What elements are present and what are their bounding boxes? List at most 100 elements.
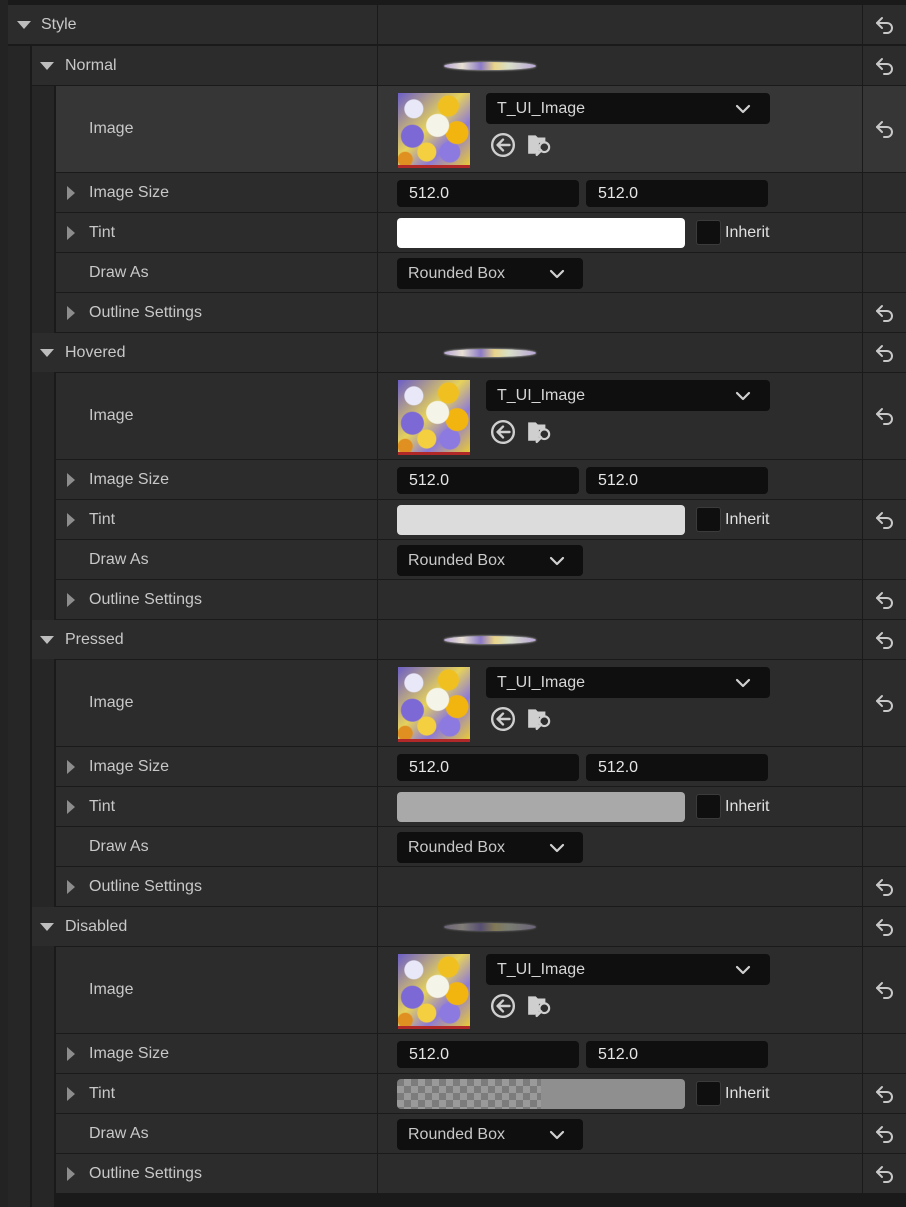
texture-thumbnail[interactable] <box>398 667 470 739</box>
state-header-row[interactable]: Pressed <box>8 620 906 659</box>
caret-right-icon[interactable] <box>67 759 75 774</box>
reset-to-default-icon[interactable] <box>875 878 895 896</box>
tint-row: Tint Inherit <box>8 787 906 826</box>
image-size-y-field[interactable]: 512.0 <box>586 180 768 207</box>
tint-color-swatch[interactable] <box>397 218 685 248</box>
texture-thumbnail[interactable] <box>398 380 470 452</box>
brush-preview <box>444 635 536 644</box>
image-size-y-field[interactable]: 512.0 <box>586 754 768 781</box>
draw-as-dropdown[interactable]: Rounded Box <box>397 545 583 576</box>
image-size-x-field[interactable]: 512.0 <box>397 1041 579 1068</box>
reset-to-default-icon[interactable] <box>875 918 895 936</box>
reset-to-default-icon[interactable] <box>875 631 895 649</box>
caret-right-icon[interactable] <box>67 472 75 487</box>
reset-to-default-icon[interactable] <box>875 694 895 712</box>
draw-as-dropdown[interactable]: Rounded Box <box>397 1119 583 1150</box>
texture-thumbnail[interactable] <box>398 954 470 1026</box>
tint-color-swatch[interactable] <box>397 792 685 822</box>
asset-name: T_UI_Image <box>497 960 586 978</box>
browse-in-content-browser-icon[interactable] <box>526 130 554 158</box>
reset-to-default-icon[interactable] <box>875 57 895 75</box>
draw-as-dropdown[interactable]: Rounded Box <box>397 258 583 289</box>
inherit-checkbox[interactable] <box>696 507 721 532</box>
draw-as-label: Draw As <box>89 837 149 855</box>
image-size-label: Image Size <box>89 470 170 488</box>
inherit-checkbox[interactable] <box>696 1081 721 1106</box>
reset-to-default-icon[interactable] <box>875 981 895 999</box>
chevron-down-icon[interactable] <box>40 348 54 357</box>
state-header-row[interactable]: Disabled <box>8 907 906 946</box>
asset-picker[interactable]: T_UI_Image <box>486 93 770 124</box>
asset-picker[interactable]: T_UI_Image <box>486 380 770 411</box>
caret-right-icon[interactable] <box>67 305 75 320</box>
caret-right-icon[interactable] <box>67 185 75 200</box>
browse-in-content-browser-icon[interactable] <box>526 704 554 732</box>
reset-to-default-icon[interactable] <box>875 1125 895 1143</box>
image-size-x-field[interactable]: 512.0 <box>397 754 579 781</box>
inherit-label: Inherit <box>725 1084 770 1102</box>
caret-right-icon[interactable] <box>67 225 75 240</box>
tint-row: Tint Inherit <box>8 1074 906 1113</box>
asset-name: T_UI_Image <box>497 99 586 117</box>
image-size-x-field[interactable]: 512.0 <box>397 467 579 494</box>
tint-color-swatch[interactable] <box>397 1079 685 1109</box>
outline-settings-row: Outline Settings <box>8 293 906 332</box>
caret-right-icon[interactable] <box>67 799 75 814</box>
inherit-checkbox[interactable] <box>696 220 721 245</box>
draw-as-label: Draw As <box>89 263 149 281</box>
image-size-y-field[interactable]: 512.0 <box>586 1041 768 1068</box>
tree-rail-outer <box>0 0 8 1207</box>
browse-in-content-browser-icon[interactable] <box>526 417 554 445</box>
draw-as-dropdown[interactable]: Rounded Box <box>397 832 583 863</box>
caret-right-icon[interactable] <box>67 1086 75 1101</box>
style-header-row[interactable]: Style <box>8 5 906 44</box>
chevron-down-icon <box>549 556 565 565</box>
reset-to-default-icon[interactable] <box>875 591 895 609</box>
caret-right-icon[interactable] <box>67 879 75 894</box>
chevron-down-icon[interactable] <box>40 61 54 70</box>
reset-to-default-icon[interactable] <box>875 304 895 322</box>
reset-to-default-icon[interactable] <box>875 511 895 529</box>
inherit-label: Inherit <box>725 223 770 241</box>
texture-thumbnail[interactable] <box>398 93 470 165</box>
image-row: Image T_UI_Image <box>8 86 906 172</box>
image-size-y-field[interactable]: 512.0 <box>586 467 768 494</box>
chevron-down-icon[interactable] <box>40 922 54 931</box>
state-header-row[interactable]: Hovered <box>8 333 906 372</box>
caret-right-icon[interactable] <box>67 592 75 607</box>
use-selected-asset-icon[interactable] <box>490 706 516 732</box>
reset-to-default-icon[interactable] <box>875 120 895 138</box>
image-size-row: Image Size 512.0 512.0 <box>8 747 906 786</box>
use-selected-asset-icon[interactable] <box>490 132 516 158</box>
use-selected-asset-icon[interactable] <box>490 419 516 445</box>
chevron-down-icon[interactable] <box>40 635 54 644</box>
image-size-x-field[interactable]: 512.0 <box>397 180 579 207</box>
browse-in-content-browser-icon[interactable] <box>526 991 554 1019</box>
inherit-checkbox[interactable] <box>696 794 721 819</box>
reset-to-default-icon[interactable] <box>875 344 895 362</box>
outline-settings-row: Outline Settings <box>8 580 906 619</box>
reset-to-default-icon[interactable] <box>875 16 895 34</box>
state-header-row[interactable]: Normal <box>8 46 906 85</box>
chevron-down-icon[interactable] <box>17 20 31 29</box>
texture-type-bar <box>398 739 470 742</box>
image-size-row: Image Size 512.0 512.0 <box>8 173 906 212</box>
use-selected-asset-icon[interactable] <box>490 993 516 1019</box>
caret-right-icon[interactable] <box>67 512 75 527</box>
asset-picker[interactable]: T_UI_Image <box>486 954 770 985</box>
reset-to-default-icon[interactable] <box>875 407 895 425</box>
tint-color-swatch[interactable] <box>397 505 685 535</box>
tint-label: Tint <box>89 797 116 815</box>
tint-label: Tint <box>89 1084 116 1102</box>
image-label: Image <box>89 120 134 137</box>
caret-right-icon[interactable] <box>67 1046 75 1061</box>
image-size-label: Image Size <box>89 757 170 775</box>
tint-label: Tint <box>89 223 116 241</box>
draw-as-row: Draw As Rounded Box <box>8 827 906 866</box>
reset-to-default-icon[interactable] <box>875 1085 895 1103</box>
state-label: Disabled <box>65 917 128 935</box>
reset-to-default-icon[interactable] <box>875 1165 895 1183</box>
outline-settings-label: Outline Settings <box>89 877 202 895</box>
caret-right-icon[interactable] <box>67 1166 75 1181</box>
asset-picker[interactable]: T_UI_Image <box>486 667 770 698</box>
